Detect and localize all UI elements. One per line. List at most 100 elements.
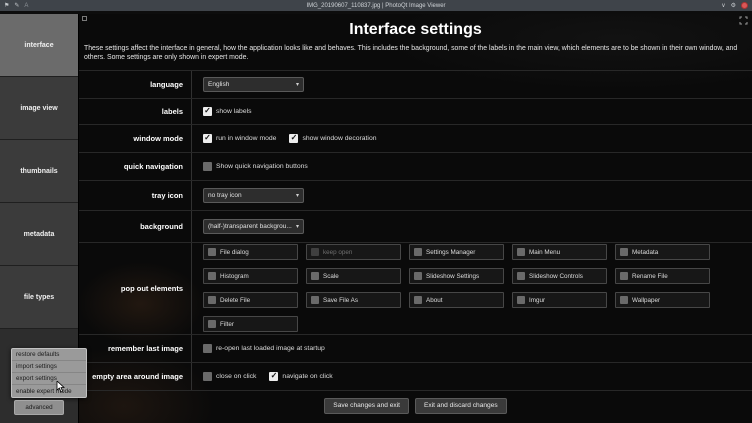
popout-scale[interactable]: Scale	[306, 268, 401, 284]
checkbox-label: Show quick navigation buttons	[216, 163, 308, 170]
popout-rename-file[interactable]: Rename File	[615, 268, 710, 284]
popout-keep-open: keep open	[306, 244, 401, 260]
menu-item-import-settings[interactable]: import settings	[12, 361, 86, 373]
reopen-last-image-checkbox[interactable]: re-open last loaded image at startup	[203, 344, 325, 353]
popout-settings-manager[interactable]: Settings Manager	[409, 244, 504, 260]
checkbox[interactable]	[208, 296, 216, 304]
popout-delete-file[interactable]: Delete File	[203, 292, 298, 308]
run-in-window-mode-checkbox[interactable]: run in window mode	[203, 134, 276, 143]
row-label-quick-navigation: quick navigation	[79, 153, 192, 180]
tab-label: interface	[24, 42, 53, 49]
popout-main-menu[interactable]: Main Menu	[512, 244, 607, 260]
dropdown-value: no tray icon	[208, 192, 294, 199]
popout-about[interactable]: About	[409, 292, 504, 308]
checkbox[interactable]	[289, 134, 298, 143]
row-label-labels: labels	[79, 99, 192, 124]
dropdown-value: (half-)transparent backgrou...	[208, 223, 294, 230]
checkbox-label: Imgur	[529, 297, 545, 304]
menu-item-restore-defaults[interactable]: restore defaults	[12, 349, 86, 361]
checkbox[interactable]	[208, 272, 216, 280]
language-dropdown[interactable]: English ▾	[203, 77, 304, 92]
checkbox[interactable]	[620, 248, 628, 256]
row-label-tray-icon: tray icon	[79, 181, 192, 210]
checkbox-label: show window decoration	[302, 135, 376, 142]
navigate-on-click-checkbox[interactable]: navigate on click	[269, 372, 332, 381]
sidebar-tab-image-view[interactable]: image view	[0, 77, 78, 139]
tray-icon-dropdown[interactable]: no tray icon ▾	[203, 188, 304, 203]
checkbox[interactable]	[203, 344, 212, 353]
popout-histogram[interactable]: Histogram	[203, 268, 298, 284]
checkbox[interactable]	[269, 372, 278, 381]
checkbox[interactable]	[203, 372, 212, 381]
checkbox[interactable]	[517, 272, 525, 280]
checkbox-label: Save File As	[323, 297, 358, 304]
checkbox[interactable]	[311, 296, 319, 304]
row-language: language English ▾	[79, 71, 752, 99]
checkbox[interactable]	[414, 272, 422, 280]
popout-icon[interactable]	[82, 16, 87, 21]
close-on-click-checkbox[interactable]: close on click	[203, 372, 256, 381]
settings-actions-menu: restore defaults import settings export …	[11, 348, 87, 398]
checkbox[interactable]	[311, 272, 319, 280]
advanced-button[interactable]: advanced	[14, 400, 64, 415]
checkbox[interactable]	[203, 134, 212, 143]
settings-rows: language English ▾ labels show labels	[79, 70, 752, 391]
show-labels-checkbox[interactable]: show labels	[203, 107, 252, 116]
chevron-down-icon: ▾	[296, 223, 299, 230]
row-remember-last-image: remember last image re-open last loaded …	[79, 335, 752, 363]
checkbox[interactable]	[414, 296, 422, 304]
checkbox[interactable]	[517, 296, 525, 304]
sidebar-tab-file-types[interactable]: file types	[0, 266, 78, 328]
checkbox-label: Filter	[220, 321, 234, 328]
checkbox-label: Metadata	[632, 249, 658, 256]
checkbox-label: navigate on click	[282, 373, 332, 380]
show-window-decoration-checkbox[interactable]: show window decoration	[289, 134, 376, 143]
save-changes-button[interactable]: Save changes and exit	[324, 398, 409, 414]
checkbox[interactable]	[208, 248, 216, 256]
checkbox[interactable]	[203, 107, 212, 116]
checkbox	[311, 248, 319, 256]
checkbox-label: Rename File	[632, 273, 668, 280]
popout-imgur[interactable]: Imgur	[512, 292, 607, 308]
quick-navigation-checkbox[interactable]: Show quick navigation buttons	[203, 162, 308, 171]
popout-wallpaper[interactable]: Wallpaper	[615, 292, 710, 308]
row-label-empty-area: empty area around image	[79, 363, 192, 390]
checkbox-label: Histogram	[220, 273, 249, 280]
checkbox-label: Delete File	[220, 297, 250, 304]
checkbox[interactable]	[203, 162, 212, 171]
checkbox[interactable]	[620, 272, 628, 280]
row-empty-area-around-image: empty area around image close on click n…	[79, 363, 752, 391]
menu-item-enable-expert-mode[interactable]: enable expert mode	[12, 385, 86, 397]
popout-metadata[interactable]: Metadata	[615, 244, 710, 260]
background-dropdown[interactable]: (half-)transparent backgrou... ▾	[203, 219, 304, 234]
sidebar-tab-thumbnails[interactable]: thumbnails	[0, 140, 78, 202]
row-label-remember-last-image: remember last image	[79, 335, 192, 362]
sidebar-tab-interface[interactable]: interface	[0, 14, 78, 76]
fullscreen-icon[interactable]	[739, 16, 748, 25]
checkbox-label: Main Menu	[529, 249, 560, 256]
popout-filter[interactable]: Filter	[203, 316, 298, 332]
checkbox[interactable]	[620, 296, 628, 304]
row-labels: labels show labels	[79, 99, 752, 125]
page-title: Interface settings	[79, 21, 752, 39]
checkbox[interactable]	[208, 320, 216, 328]
checkbox-label: Wallpaper	[632, 297, 660, 304]
popout-save-file-as[interactable]: Save File As	[306, 292, 401, 308]
checkbox-label: Settings Manager	[426, 249, 475, 256]
discard-changes-button[interactable]: Exit and discard changes	[415, 398, 507, 414]
checkbox[interactable]	[517, 248, 525, 256]
popout-slideshow-settings[interactable]: Slideshow Settings	[409, 268, 504, 284]
checkbox[interactable]	[414, 248, 422, 256]
popout-file-dialog[interactable]: File dialog	[203, 244, 298, 260]
sidebar-tab-metadata[interactable]: metadata	[0, 203, 78, 265]
checkbox-label: Slideshow Settings	[426, 273, 479, 280]
chevron-down-icon: ▾	[296, 192, 299, 199]
popout-slideshow-controls[interactable]: Slideshow Controls	[512, 268, 607, 284]
bottom-button-bar: Save changes and exit Exit and discard c…	[79, 398, 752, 414]
menu-item-export-settings[interactable]: export settings	[12, 373, 86, 385]
cursor-pointer	[56, 381, 66, 393]
tab-label: image view	[20, 105, 57, 112]
row-quick-navigation: quick navigation Show quick navigation b…	[79, 153, 752, 181]
dropdown-value: English	[208, 81, 294, 88]
pop-out-grid: File dialog keep open Settings Manager	[203, 244, 710, 332]
